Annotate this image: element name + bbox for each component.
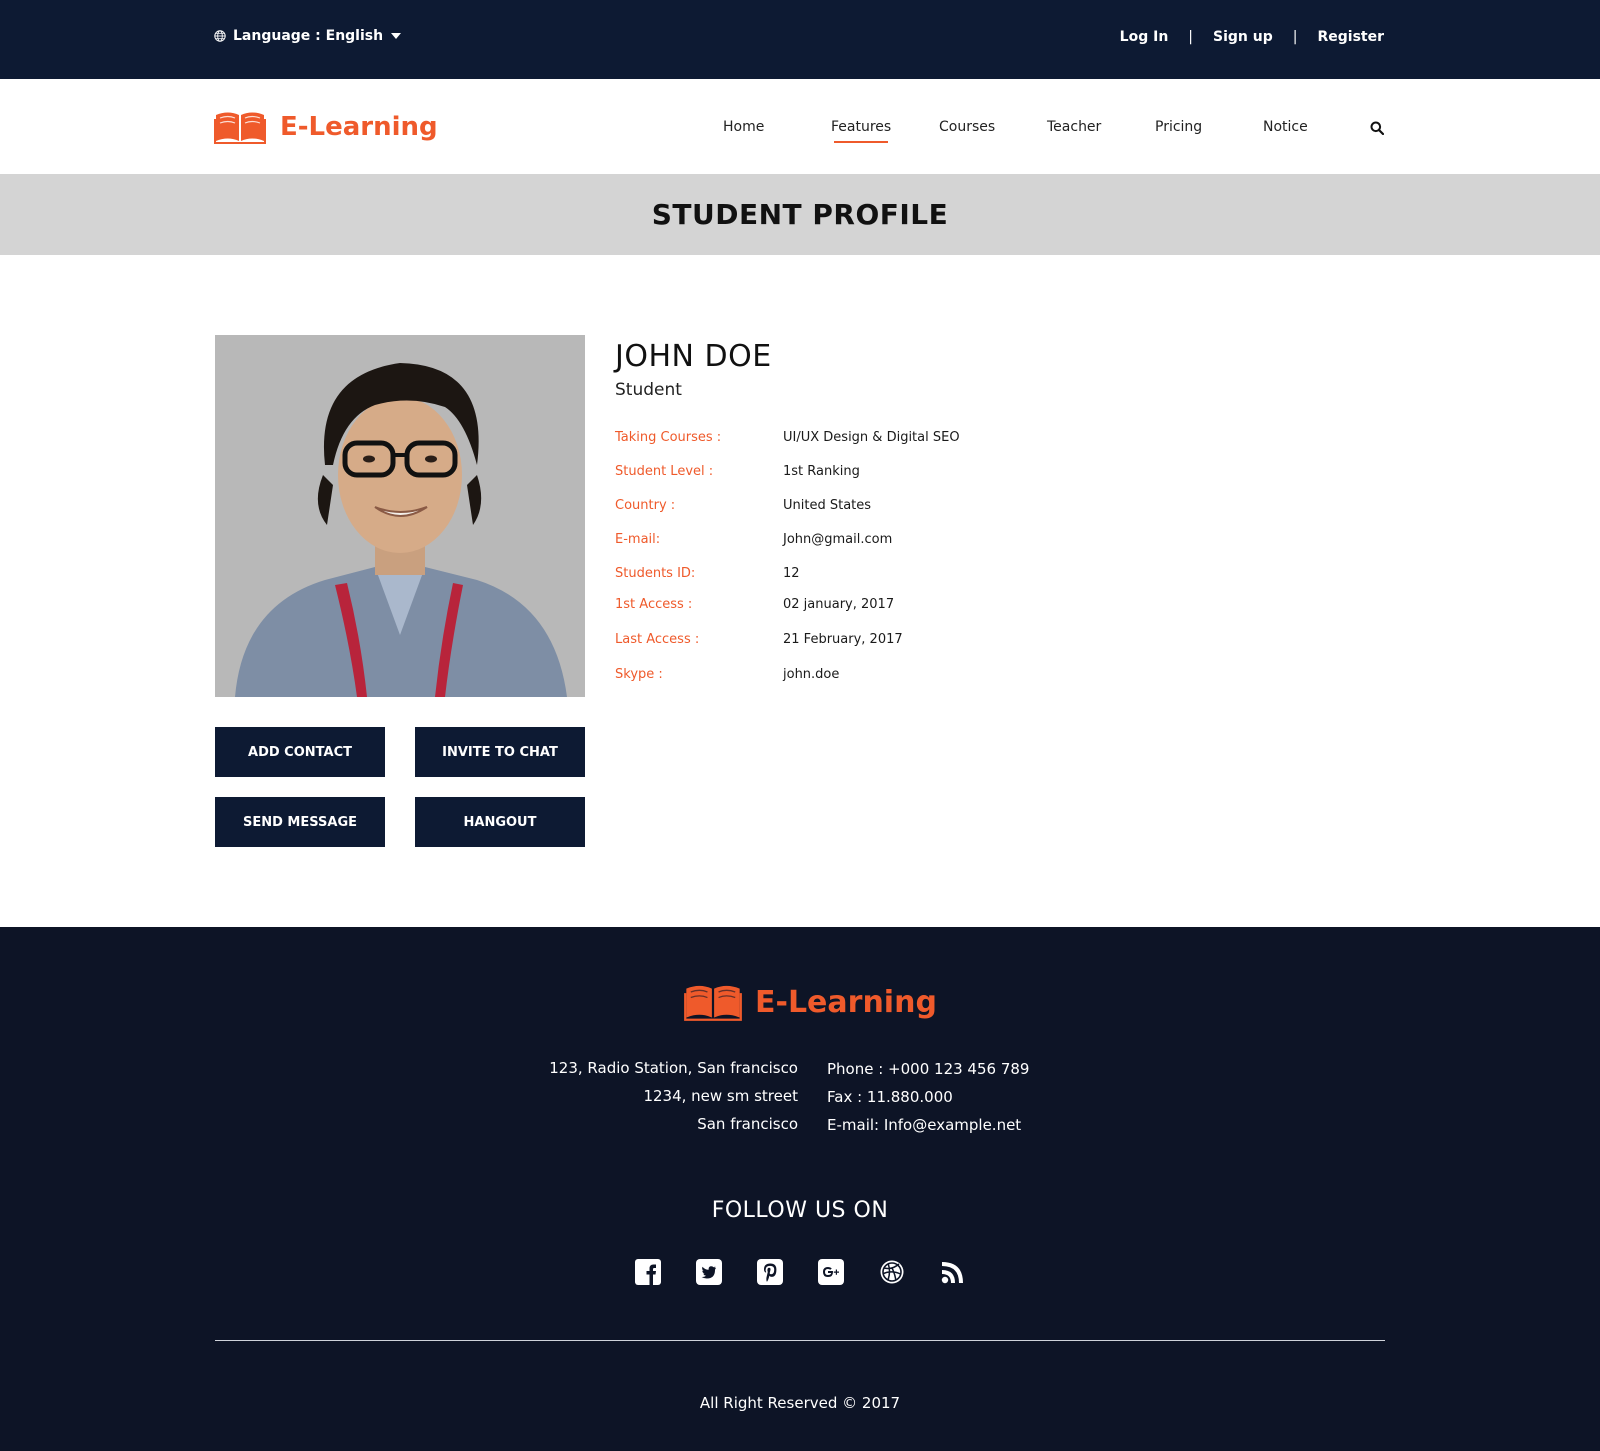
info-value: john.doe bbox=[783, 667, 840, 682]
main-nav: Home Features Courses Teacher Pricing No… bbox=[0, 119, 1600, 149]
pinterest-icon[interactable] bbox=[757, 1259, 783, 1285]
footer-brand-name: E-Learning bbox=[755, 984, 937, 1020]
page-title-band: STUDENT PROFILE bbox=[0, 174, 1600, 255]
address-line: 123, Radio Station, San francisco bbox=[549, 1059, 798, 1077]
info-value: 12 bbox=[783, 566, 800, 581]
chevron-down-icon bbox=[391, 33, 402, 39]
info-label: Country : bbox=[615, 498, 676, 513]
page-title: STUDENT PROFILE bbox=[651, 198, 949, 231]
info-value[interactable]: John@gmail.com bbox=[783, 532, 892, 547]
google-plus-icon[interactable] bbox=[818, 1259, 844, 1285]
info-value: 1st Ranking bbox=[783, 464, 860, 479]
info-label: 1st Access : bbox=[615, 597, 693, 612]
copyright: All Right Reserved © 2017 bbox=[699, 1394, 901, 1412]
student-name: JOHN DOE bbox=[615, 339, 772, 374]
site-footer: E-Learning 123, Radio Station, San franc… bbox=[0, 927, 1600, 1451]
footer-contact: Phone : +000 123 456 789 Fax : 11.880.00… bbox=[827, 1055, 1029, 1139]
info-label: E-mail: bbox=[615, 532, 661, 547]
fax-line: Fax : 11.880.000 bbox=[827, 1088, 953, 1106]
auth-links: Log In | Sign up | Register bbox=[1120, 29, 1384, 45]
phone-line: Phone : +000 123 456 789 bbox=[827, 1060, 1030, 1078]
address-line: San francisco bbox=[697, 1115, 798, 1133]
login-link[interactable]: Log In bbox=[1120, 29, 1169, 45]
nav-item-home[interactable]: Home bbox=[723, 119, 764, 135]
signup-link[interactable]: Sign up bbox=[1213, 29, 1273, 45]
facebook-icon[interactable] bbox=[635, 1259, 661, 1285]
invite-to-chat-button[interactable]: INVITE TO CHAT bbox=[415, 727, 585, 777]
nav-item-teacher[interactable]: Teacher bbox=[1047, 119, 1101, 135]
info-label: Student Level : bbox=[615, 464, 714, 479]
separator: | bbox=[1292, 29, 1298, 45]
social-links bbox=[635, 1259, 1001, 1285]
send-message-button[interactable]: SEND MESSAGE bbox=[215, 797, 385, 847]
search-icon[interactable] bbox=[1370, 121, 1384, 135]
address-line: 1234, new sm street bbox=[643, 1087, 798, 1105]
nav-item-pricing[interactable]: Pricing bbox=[1155, 119, 1202, 135]
nav-item-courses[interactable]: Courses bbox=[939, 119, 995, 135]
email-line[interactable]: E-mail: Info@example.net bbox=[827, 1111, 1029, 1139]
separator: | bbox=[1188, 29, 1194, 45]
footer-logo[interactable]: E-Learning bbox=[683, 982, 937, 1022]
language-label: Language : English bbox=[233, 28, 384, 44]
register-link[interactable]: Register bbox=[1317, 29, 1384, 45]
footer-address: 123, Radio Station, San francisco 1234, … bbox=[549, 1054, 798, 1138]
info-value: 21 February, 2017 bbox=[783, 632, 903, 647]
rss-icon[interactable] bbox=[940, 1259, 966, 1285]
info-value: UI/UX Design & Digital SEO bbox=[783, 430, 960, 445]
info-label: Skype : bbox=[615, 667, 663, 682]
follow-us-title: FOLLOW US ON bbox=[711, 1198, 889, 1223]
nav-item-notice[interactable]: Notice bbox=[1263, 119, 1308, 135]
nav-item-features[interactable]: Features bbox=[831, 119, 891, 143]
twitter-icon[interactable] bbox=[696, 1259, 722, 1285]
student-portrait bbox=[215, 335, 585, 697]
hangout-button[interactable]: HANGOUT bbox=[415, 797, 585, 847]
globe-icon bbox=[214, 30, 226, 42]
info-label: Students ID: bbox=[615, 566, 696, 581]
site-header: E-Learning Home Features Courses Teacher… bbox=[0, 79, 1600, 174]
info-value: 02 january, 2017 bbox=[783, 597, 895, 612]
info-label: Taking Courses : bbox=[615, 430, 722, 445]
open-book-icon bbox=[684, 985, 742, 1021]
info-value: United States bbox=[783, 498, 872, 513]
language-selector[interactable]: Language : English bbox=[214, 28, 402, 44]
add-contact-button[interactable]: ADD CONTACT bbox=[215, 727, 385, 777]
student-photo bbox=[215, 335, 585, 697]
dribbble-icon[interactable] bbox=[879, 1259, 905, 1285]
top-bar: Language : English Log In | Sign up | Re… bbox=[0, 0, 1600, 79]
footer-divider bbox=[215, 1340, 1385, 1341]
info-label: Last Access : bbox=[615, 632, 700, 647]
student-role: Student bbox=[615, 380, 682, 400]
